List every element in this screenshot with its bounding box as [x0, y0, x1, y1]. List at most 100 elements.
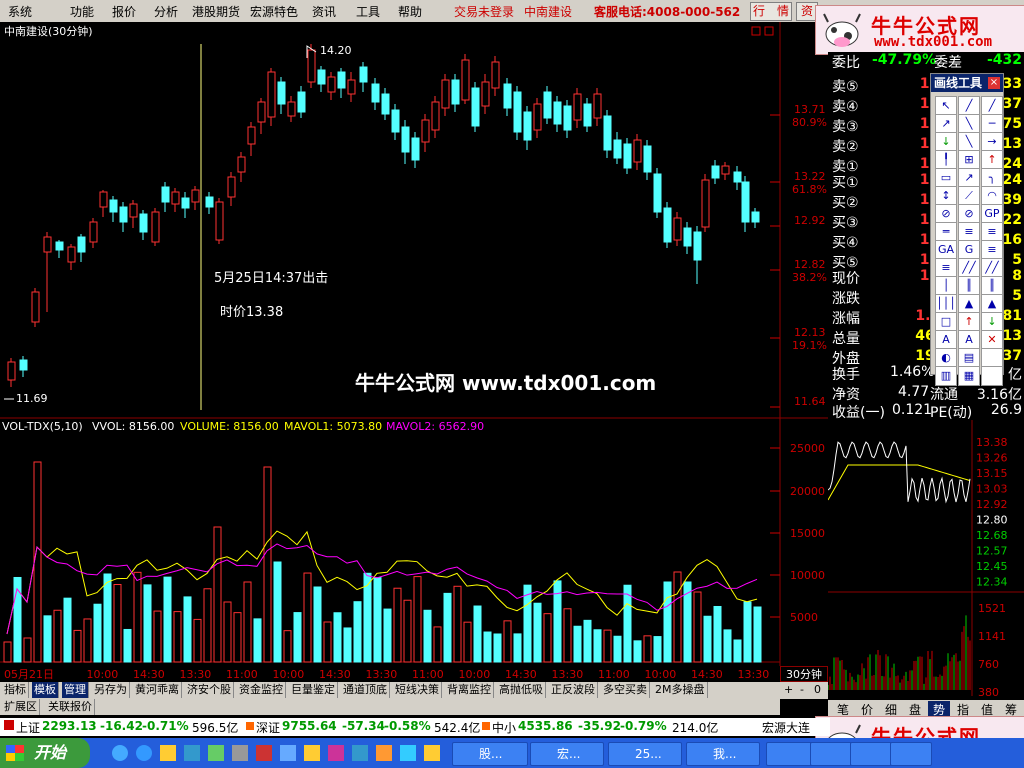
draw-tool-button[interactable]: ↗: [935, 114, 957, 134]
quote-button[interactable]: 行 情: [750, 2, 792, 21]
draw-tool-button[interactable]: ↓: [935, 132, 957, 152]
draw-tool-button[interactable]: ═: [935, 222, 957, 242]
app-icon[interactable]: [184, 745, 200, 761]
indicator-tab[interactable]: 指标: [2, 682, 29, 698]
draw-tool-button[interactable]: ╱: [981, 96, 1003, 116]
menu-tools[interactable]: 工具: [356, 3, 380, 20]
app-icon[interactable]: [376, 745, 392, 761]
draw-tool-button[interactable]: ≡: [958, 222, 980, 242]
indicator-tab[interactable]: 短线决策: [393, 682, 442, 698]
task-6[interactable]: [810, 742, 852, 766]
app-icon[interactable]: [208, 745, 224, 761]
indicator-tab[interactable]: 多空买卖: [601, 682, 650, 698]
draw-tool-button[interactable]: ⊞: [958, 150, 980, 170]
draw-tool-button[interactable]: ╲: [958, 132, 980, 152]
draw-tool-button[interactable]: ─: [981, 114, 1003, 134]
task-25[interactable]: 25...: [608, 742, 682, 766]
draw-tool-button[interactable]: A: [958, 330, 980, 350]
draw-tool-button[interactable]: │: [935, 276, 957, 296]
draw-tool-button[interactable]: ≡: [981, 222, 1003, 242]
draw-tool-button[interactable]: ╮: [981, 168, 1003, 188]
indicator-tab[interactable]: 管理: [62, 682, 89, 698]
index-sme-name[interactable]: 中小: [492, 719, 516, 736]
menu-analysis[interactable]: 分析: [154, 3, 178, 20]
indicator-tab[interactable]: 正反波段: [549, 682, 598, 698]
draw-tool-button[interactable]: ↑: [981, 150, 1003, 170]
draw-tool-button[interactable]: ▲: [958, 294, 980, 314]
app-icon[interactable]: [304, 745, 320, 761]
draw-tool-button[interactable]: ≡: [935, 258, 957, 278]
menu-system[interactable]: 系统: [8, 3, 32, 20]
reset-icon[interactable]: 0: [814, 683, 821, 696]
menu-quote[interactable]: 报价: [112, 3, 136, 20]
ad-banner-top[interactable]: 牛牛公式网 www.tdx001.com: [815, 5, 1024, 55]
menu-hk-futures[interactable]: 港股期货: [192, 3, 240, 20]
draw-tool-button[interactable]: GA: [935, 240, 957, 260]
app-icon[interactable]: [328, 745, 344, 761]
draw-tool-button[interactable]: ║: [958, 276, 980, 296]
draw-tool-button[interactable]: ▭: [935, 168, 957, 188]
app-icon[interactable]: [232, 745, 248, 761]
draw-tool-button[interactable]: ✕: [981, 330, 1003, 350]
draw-tool-button[interactable]: →: [981, 132, 1003, 152]
login-status[interactable]: 交易未登录: [454, 3, 514, 20]
kline-chart[interactable]: 中南建设(30分钟) 13.7180.9% 13.2261.8% 12.92 12.8…: [0, 22, 828, 666]
draw-tool-button[interactable]: ╱╱: [981, 258, 1003, 278]
drawing-toolbox[interactable]: 画线工具 × ↖ ╱ ╱ ↗ ╲ ─ ↓ ╲ → ╿ ⊞ ↑ ▭ ↗ ╮ ↕ ⟋ ◠ ⊘ ⊘ GP ═ ≡ ≡ GA G ≡ ≡ ╱╱ ╱…: [930, 73, 1004, 386]
draw-tool-button[interactable]: ⟋: [958, 186, 980, 206]
draw-tool-button[interactable]: □: [935, 312, 957, 332]
zoom-in-icon[interactable]: +: [784, 683, 793, 696]
task-7[interactable]: [850, 742, 892, 766]
menu-news[interactable]: 资讯: [312, 3, 336, 20]
indicator-tab[interactable]: 模板: [32, 682, 59, 698]
draw-tool-button[interactable]: ╿: [935, 150, 957, 170]
draw-tool-button[interactable]: A: [935, 330, 957, 350]
draw-tool-button[interactable]: ╲: [958, 114, 980, 134]
indicator-tab[interactable]: 高抛低吸: [497, 682, 546, 698]
draw-tool-button[interactable]: ⊘: [958, 204, 980, 224]
index-sh-name[interactable]: 上证: [16, 719, 40, 736]
app-icon[interactable]: [256, 745, 272, 761]
draw-tool-button[interactable]: │││: [935, 294, 957, 314]
tab-related-quote[interactable]: 关联报价: [46, 699, 95, 715]
draw-tool-button[interactable]: ↕: [935, 186, 957, 206]
menu-help[interactable]: 帮助: [398, 3, 422, 20]
menu-function[interactable]: 功能: [70, 3, 94, 20]
indicator-tab[interactable]: 2M多操盘: [653, 682, 708, 698]
draw-tool-button[interactable]: ╱╱: [958, 258, 980, 278]
draw-tool-button[interactable]: [981, 348, 1003, 368]
indicator-tab[interactable]: 黄河乖离: [133, 682, 182, 698]
close-icon[interactable]: ×: [988, 77, 1000, 89]
draw-tool-button[interactable]: ▥: [935, 366, 957, 386]
draw-tool-button[interactable]: ◐: [935, 348, 957, 368]
draw-tool-button[interactable]: ↗: [958, 168, 980, 188]
draw-tool-button[interactable]: ⊘: [935, 204, 957, 224]
index-sz-name[interactable]: 深证: [256, 719, 280, 736]
app-icon[interactable]: [280, 745, 296, 761]
draw-tool-button[interactable]: ▦: [958, 366, 980, 386]
draw-tool-button[interactable]: ║: [981, 276, 1003, 296]
app-icon[interactable]: [424, 745, 440, 761]
chart-area[interactable]: 中南建设(30分钟) 13.71 80.9% 13.22 61.8% 12.92 12.8…: [0, 22, 828, 666]
indicator-tab[interactable]: 巨量鉴定: [289, 682, 338, 698]
indicator-tab[interactable]: 济安个股: [185, 682, 234, 698]
indicator-tab[interactable]: 资金监控: [237, 682, 286, 698]
draw-tool-button[interactable]: ◠: [981, 186, 1003, 206]
indicator-tab[interactable]: 另存为: [92, 682, 130, 698]
quicklaunch-icon[interactable]: [112, 745, 128, 761]
tab-extension[interactable]: 扩展区: [2, 699, 40, 715]
app-icon[interactable]: [352, 745, 368, 761]
zoom-out-icon[interactable]: -: [800, 683, 804, 696]
indicator-tab[interactable]: 通道顶底: [341, 682, 390, 698]
draw-tool-button[interactable]: ╱: [958, 96, 980, 116]
task-8[interactable]: [890, 742, 932, 766]
draw-tool-button[interactable]: ▲: [981, 294, 1003, 314]
task-5[interactable]: [766, 742, 814, 766]
draw-tool-button[interactable]: ≡: [981, 240, 1003, 260]
task-hongyuan[interactable]: 宏...: [530, 742, 604, 766]
period-selector[interactable]: 30分钟: [780, 666, 828, 682]
menu-hongyuan[interactable]: 宏源特色: [250, 3, 298, 20]
draw-tool-button[interactable]: G: [958, 240, 980, 260]
task-stock[interactable]: 股...: [452, 742, 528, 766]
draw-tool-button[interactable]: ↑: [958, 312, 980, 332]
